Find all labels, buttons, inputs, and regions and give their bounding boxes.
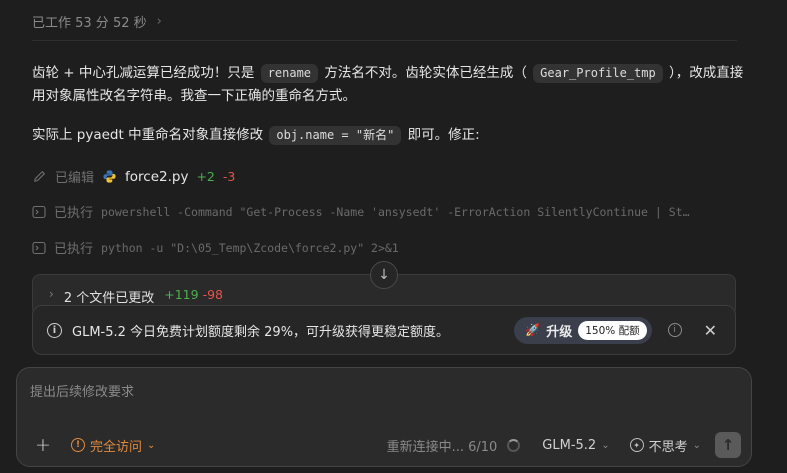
thinking-mode-label: 不思考 [648, 439, 688, 455]
terminal-icon [32, 205, 46, 218]
message-text: 实际上 pyaedt 中重命名对象直接修改 [32, 127, 268, 143]
inline-code: rename [260, 64, 319, 83]
inline-code: Gear_Profile_tmp [533, 64, 663, 83]
chevron-down-icon: ⌄ [601, 439, 610, 451]
assistant-message-2: 实际上 pyaedt 中重命名对象直接修改 obj.name = "新名" 即可… [32, 124, 747, 147]
lines-removed: -98 [202, 287, 223, 302]
upgrade-button[interactable]: 🚀 升级 150% 配额 [514, 316, 652, 344]
edited-file-name[interactable]: force2.py [125, 169, 188, 185]
assistant-message-1: 齿轮 + 中心孔减运算已经成功！只是 rename 方法名不对。齿轮实体已经生成… [32, 62, 747, 108]
message-text: 方法名不对。齿轮实体已经生成（ [320, 65, 532, 81]
python-file-icon [103, 170, 116, 183]
scroll-to-bottom-button[interactable]: ↓ [370, 261, 398, 289]
message-composer[interactable]: 提出后续修改要求 + ! 完全访问 ⌄ 重新连接中... 6/10 GLM-5.… [16, 367, 752, 467]
model-label: GLM-5.2 [542, 437, 597, 453]
arrow-down-icon: ↓ [378, 267, 390, 283]
elapsed-time-header[interactable]: 已工作 53 分 52 秒 › [32, 12, 162, 31]
upgrade-label: 升级 [546, 324, 573, 340]
chevron-down-icon: ⌄ [147, 439, 156, 451]
terminal-icon [32, 241, 46, 254]
files-changed-label: 2 个文件已更改 [63, 291, 155, 306]
send-button[interactable]: ↑ [715, 432, 741, 458]
info-icon: i [47, 322, 62, 338]
command-text: powershell -Command "Get-Process -Name '… [101, 204, 690, 219]
model-selector[interactable]: GLM-5.2 ⌄ [542, 438, 609, 453]
step-executed-command[interactable]: 已执行 powershell -Command "Get-Process -Na… [32, 202, 722, 221]
access-mode-dropdown[interactable]: ! 完全访问 ⌄ [71, 436, 155, 455]
divider [32, 40, 737, 41]
arrow-up-icon: ↑ [721, 436, 735, 454]
composer-toolbar: + ! 完全访问 ⌄ 重新连接中... 6/10 GLM-5.2 ⌄ ✦ 不思考… [17, 432, 751, 458]
inline-code: obj.name = "新名" [269, 126, 402, 145]
lightbulb-icon: ✦ [629, 438, 644, 452]
quota-badge: 150% 配额 [578, 320, 647, 340]
access-mode-label: 完全访问 [90, 439, 143, 455]
warning-icon: ! [71, 438, 85, 452]
pencil-icon [34, 170, 46, 182]
step-label: 已执行 [54, 242, 94, 257]
reconnect-label: 重新连接中... 6/10 [386, 439, 498, 455]
message-text: 齿轮 + 中心孔减运算已经成功！只是 [32, 65, 259, 81]
lines-added: +119 [164, 287, 199, 302]
thinking-mode-selector[interactable]: ✦ 不思考 ⌄ [629, 436, 701, 455]
composer-input[interactable]: 提出后续修改要求 [30, 381, 134, 400]
info-icon[interactable]: i [667, 323, 682, 337]
close-icon[interactable]: ✕ [704, 321, 717, 340]
lines-removed: -3 [222, 169, 236, 184]
chevron-down-icon: ⌄ [692, 439, 701, 451]
step-label: 已编辑 [55, 171, 95, 186]
lines-added: +2 [196, 169, 215, 184]
step-label: 已执行 [54, 206, 94, 221]
reconnect-status: 重新连接中... 6/10 [387, 436, 521, 455]
command-text: python -u "D:\05_Temp\Zcode\force2.py" 2… [101, 240, 399, 255]
step-edited-file[interactable]: 已编辑 force2.py +2 -3 [32, 167, 722, 186]
quota-notice: i GLM-5.2 今日免费计划额度剩余 29%，可升级获得更稳定额度。 🚀 升… [32, 305, 736, 355]
step-executed-command[interactable]: 已执行 python -u "D:\05_Temp\Zcode\force2.p… [32, 238, 722, 257]
add-attachment-button[interactable]: + [35, 434, 55, 456]
spinner-icon [507, 438, 521, 452]
chevron-right-icon: › [49, 287, 54, 301]
rocket-icon: 🚀 [525, 323, 541, 337]
message-text: 即可。修正: [403, 127, 480, 143]
quota-message: GLM-5.2 今日免费计划额度剩余 29%，可升级获得更稳定额度。 [72, 324, 450, 340]
elapsed-time-label: 已工作 53 分 52 秒 [32, 16, 147, 31]
chevron-right-icon: › [156, 14, 162, 29]
